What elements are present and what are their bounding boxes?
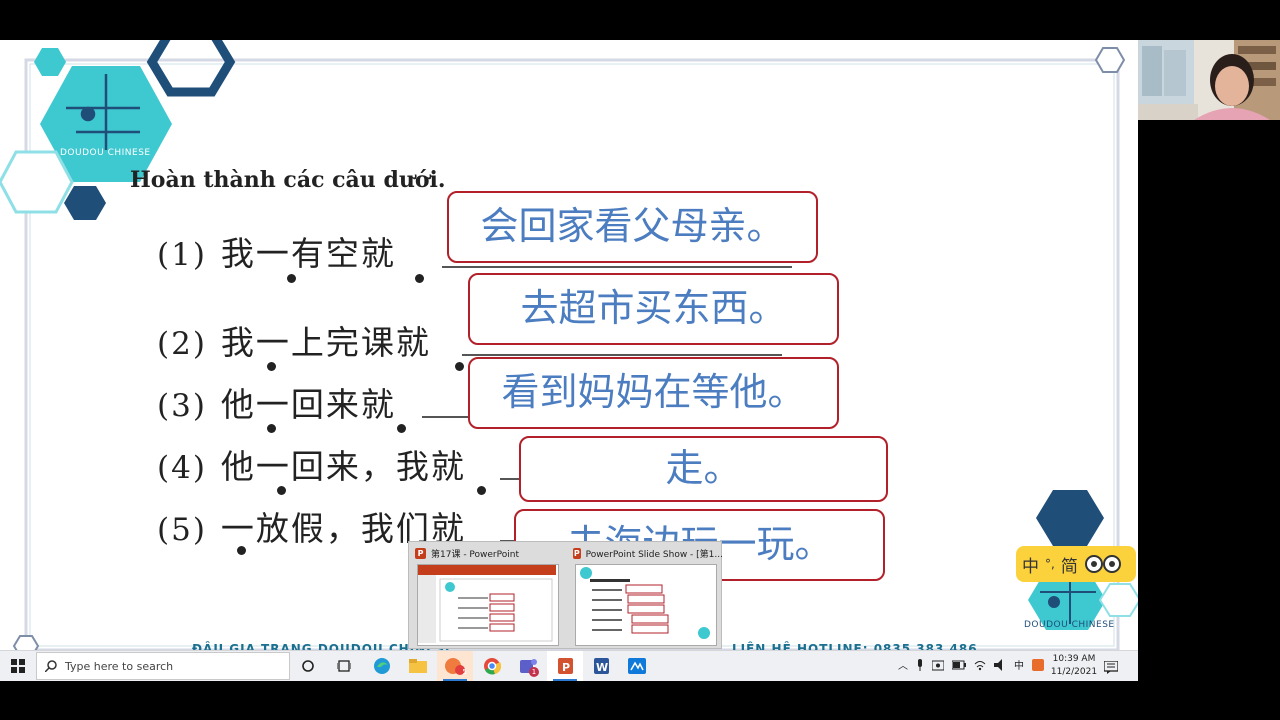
windows-logo-icon [11,659,25,673]
input-language-icon[interactable]: 中 [1014,657,1024,672]
teams-button[interactable]: 1 [510,651,546,681]
task-view-button[interactable] [326,651,362,681]
answer-line [442,266,792,268]
whiteboard-icon [628,658,646,674]
clock-time: 10:39 AM [1052,654,1096,664]
start-button[interactable] [0,651,36,681]
question-number: (5) [157,512,207,548]
editor-preview-image [418,565,556,643]
ime-separator: °, [1045,557,1055,571]
chrome-button[interactable] [474,651,510,681]
thumbnail-title: 第17课 - PowerPoint [431,549,519,560]
emphasis-dot [287,274,296,283]
tray-app-icon[interactable] [1032,658,1044,671]
question-1: (1) 我一有空就 [157,227,396,275]
powerpoint-icon: P [573,547,581,559]
search-placeholder: Type here to search [65,659,174,673]
question-text: 他一回来就 [220,385,396,424]
battery-icon[interactable] [952,660,966,670]
powerpoint-icon: P [558,658,573,674]
thumbnail-preview [417,564,559,646]
thumbnail-slideshow[interactable]: P PowerPoint Slide Show - [第1... [567,542,723,648]
chrome-icon [484,658,501,675]
emphasis-dot [397,424,406,433]
question-number: (1) [157,237,207,273]
emphasis-dot [267,362,276,371]
edge-button[interactable] [364,651,400,681]
teams-badge: 1 [529,667,539,677]
question-number: (2) [157,326,207,362]
emphasis-dot [237,546,246,555]
folder-icon [409,659,427,673]
powerpoint-icon: P [415,547,426,559]
logo-text: DOUDOU CHINESE [60,148,151,158]
camera-icon[interactable] [932,659,944,671]
ime-toolbar[interactable]: 中 °, 简 [1016,546,1136,582]
exercise-title: Hoàn thành các câu dưới. [130,167,446,193]
whiteboard-button[interactable] [619,651,655,681]
ime-mode[interactable]: 简 [1061,552,1078,577]
word-icon: W [594,658,609,674]
ime-language[interactable]: 中 [1022,552,1039,577]
emphasis-dot [415,274,424,283]
question-number: (3) [157,388,207,424]
emphasis-dot [455,362,464,371]
clock-date: 11/2/2021 [1050,667,1098,677]
answer-box-2[interactable]: 去超市买东西。 [468,273,839,345]
notification-badge: 5 [462,668,467,676]
webcam-person-image [1138,40,1280,120]
question-4: (4) 他一回来，我就 [157,440,466,488]
word-button[interactable]: W [583,651,619,681]
emphasis-dot [477,486,486,495]
svg-text:P: P [562,661,570,674]
taskbar-thumbnail-popup: P 第17课 - PowerPoint P PowerPoint Slide S… [408,541,723,649]
question-text: 他一回来，我就 [220,447,466,486]
search-icon [45,660,57,672]
answer-box-3[interactable]: 看到妈妈在等他。 [468,357,839,429]
webcam-video [1138,40,1280,120]
logo-text-bottom: DOUDOU CHINESE [1024,620,1115,630]
answer-line [462,354,782,356]
owl-eyes-icon [1084,555,1121,573]
notification-center-button[interactable] [1103,659,1119,678]
app-button-orange[interactable]: 5 [437,651,473,681]
answer-box-4[interactable]: 走。 [519,436,888,502]
system-tray: ︿ 中 [898,657,1044,672]
thumbnail-powerpoint-editor[interactable]: P 第17课 - PowerPoint [409,542,565,648]
microphone-icon[interactable] [916,658,924,671]
thumbnail-preview [575,564,717,646]
taskbar-search-box[interactable]: Type here to search [36,652,290,680]
question-text: 我一有空就 [220,234,396,273]
slide-footer-hotline: LIÊN HỆ HOTLINE: 0835 383 486 [732,642,978,650]
thumbnail-title: PowerPoint Slide Show - [第1... [585,549,723,560]
file-explorer-button[interactable] [400,651,436,681]
question-3: (3) 他一回来就 [157,378,396,426]
cortana-icon [302,660,314,672]
task-view-icon [337,660,351,672]
edge-icon [374,658,390,674]
answer-box-1[interactable]: 会回家看父母亲。 [447,191,818,263]
emphasis-dot [267,424,276,433]
svg-text:W: W [596,661,608,674]
volume-icon[interactable] [994,658,1006,671]
notification-icon [1103,660,1119,674]
windows-taskbar: Type here to search 5 1 P W ︿ 中 10:39 AM… [0,650,1138,681]
slideshow-preview-image [580,567,710,639]
chevron-up-icon[interactable]: ︿ [898,657,908,672]
powerpoint-button[interactable]: P [547,651,583,681]
wifi-icon[interactable] [974,659,986,671]
emphasis-dot [277,486,286,495]
cortana-button[interactable] [290,651,326,681]
question-text: 我一上完课就 [220,323,431,362]
question-number: (4) [157,450,207,486]
taskbar-clock[interactable]: 10:39 AM 11/2/2021 [1046,653,1102,679]
question-2: (2) 我一上完课就 [157,316,431,364]
